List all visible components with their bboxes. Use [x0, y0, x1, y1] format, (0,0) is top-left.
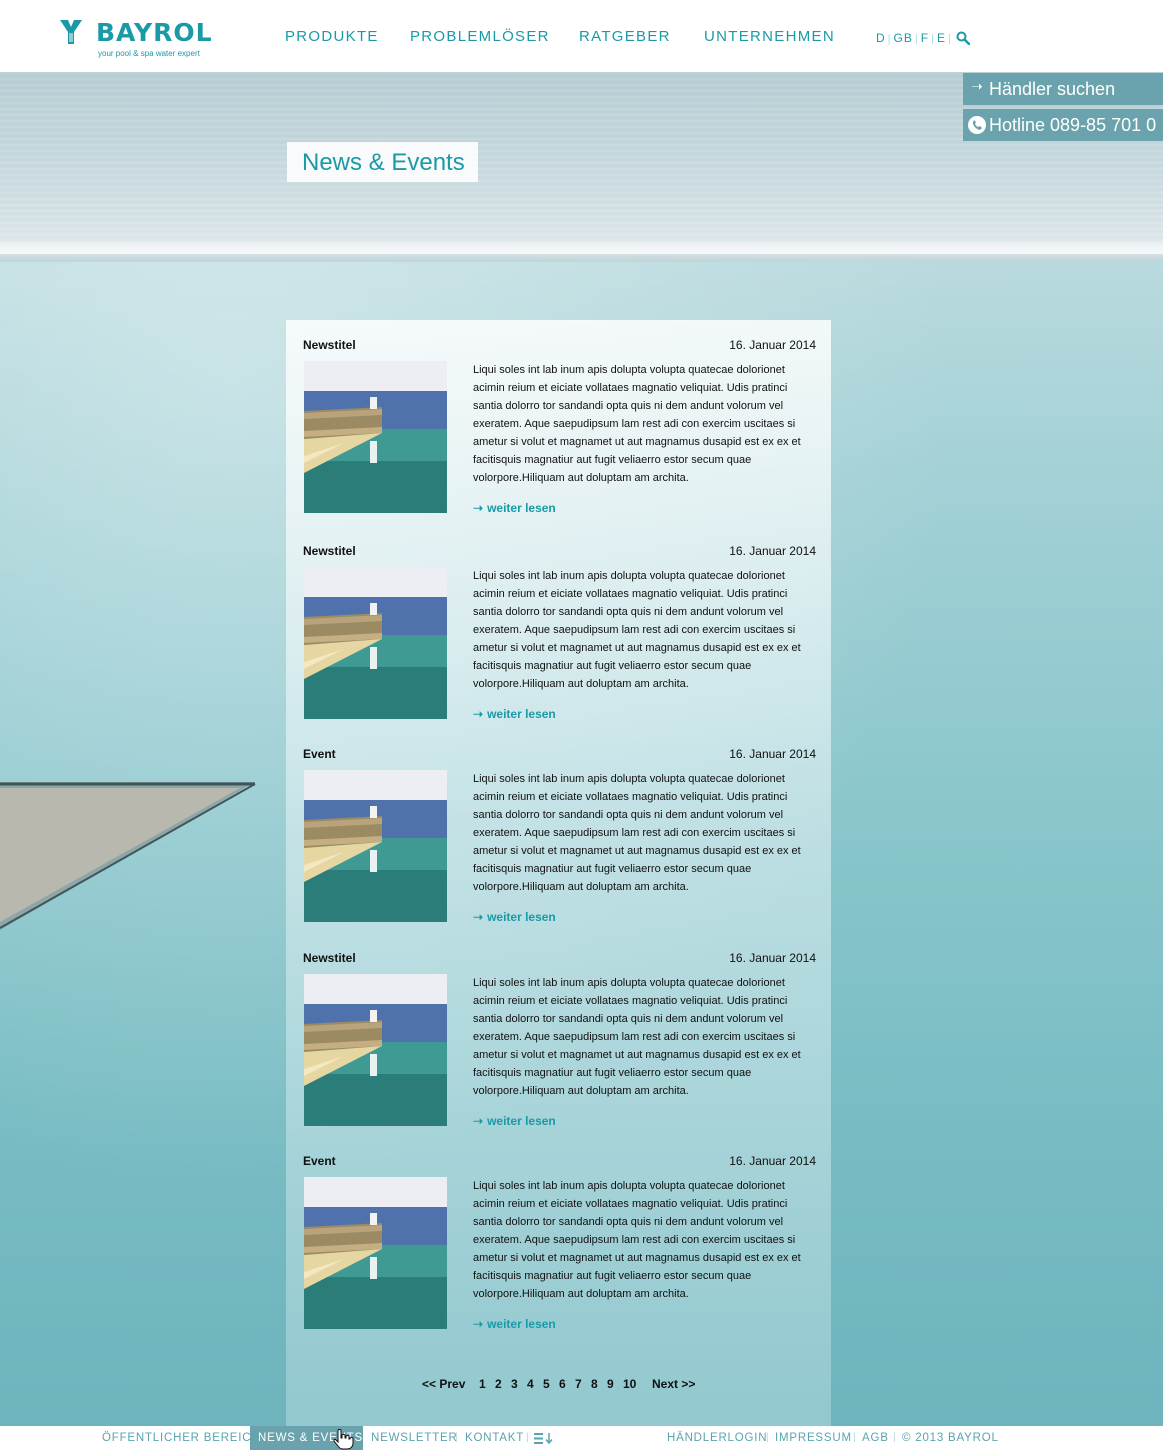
pager-page[interactable]: 9	[607, 1377, 614, 1391]
news-panel: Newstitel 16. Januar 2014 Liqui soles in…	[286, 320, 831, 1426]
read-more-link[interactable]: ➝ weiter lesen	[473, 910, 556, 924]
news-item-title: Newstitel	[303, 338, 356, 352]
news-item-text: Liqui soles int lab inum apis dolupta vo…	[473, 364, 801, 484]
pager-page[interactable]: 1	[479, 1377, 486, 1391]
nav-unternehmen[interactable]: UNTERNEHMEN	[704, 28, 835, 45]
news-item-date: 16. Januar 2014	[729, 338, 816, 352]
news-item-date: 16. Januar 2014	[729, 951, 816, 965]
news-item: Newstitel 16. Januar 2014 Liqui soles in…	[286, 544, 831, 744]
arrow-right-icon: ➝	[473, 910, 484, 924]
pager-page[interactable]: 5	[543, 1377, 550, 1391]
pager-page[interactable]: 6	[559, 1377, 566, 1391]
bayrol-logo-icon	[60, 20, 82, 44]
read-more-link[interactable]: ➝ weiter lesen	[473, 1114, 556, 1128]
site-footer: ÖFFENTLICHER BEREICH NEWS & EVENTS NEWSL…	[0, 1426, 1163, 1450]
footer-link-public[interactable]: ÖFFENTLICHER BEREICH	[102, 1432, 261, 1444]
phone-icon	[968, 116, 986, 134]
footer-link-contact[interactable]: KONTAKT	[465, 1432, 524, 1444]
search-icon[interactable]	[956, 31, 970, 45]
hotline-button[interactable]: Hotline 089-85 701 0	[963, 109, 1163, 141]
hand-cursor-icon	[333, 1429, 354, 1450]
read-more-link[interactable]: ➝ weiter lesen	[473, 1317, 556, 1331]
pagination: << Prev 1 2 3 4 5 6 7 8 9 10 Next >>	[0, 1377, 1163, 1393]
news-item-date: 16. Januar 2014	[729, 1154, 816, 1168]
pager-page[interactable]: 2	[495, 1377, 502, 1391]
nav-problemloser[interactable]: PROBLEMLÖSER	[410, 28, 550, 45]
pager-prev[interactable]: << Prev	[422, 1377, 465, 1391]
page-title: News & Events	[302, 149, 465, 176]
read-more-link[interactable]: ➝ weiter lesen	[473, 501, 556, 515]
pager-page[interactable]: 8	[591, 1377, 598, 1391]
footer-link-agb[interactable]: AGB	[862, 1432, 889, 1444]
footer-link-newsletter[interactable]: NEWSLETTER	[371, 1432, 458, 1444]
news-item-thumbnail[interactable]	[304, 974, 447, 1126]
news-item-thumbnail[interactable]	[304, 567, 447, 719]
news-item-title: Newstitel	[303, 544, 356, 558]
news-item: Event 16. Januar 2014 Liqui soles int la…	[286, 1154, 831, 1354]
pager-page[interactable]: 10	[623, 1377, 636, 1391]
hotline-label: Hotline 089-85 701 0	[989, 115, 1157, 135]
news-item-date: 16. Januar 2014	[729, 544, 816, 558]
news-item-thumbnail[interactable]	[304, 1177, 447, 1329]
pager-page[interactable]: 7	[575, 1377, 582, 1391]
sitemap-icon[interactable]	[534, 1433, 554, 1444]
news-item-text: Liqui soles int lab inum apis dolupta vo…	[473, 570, 801, 690]
logo[interactable]: BAYROL your pool & spa water expert	[58, 18, 228, 62]
pager-next[interactable]: Next >>	[652, 1377, 695, 1391]
footer-link-dealer-login[interactable]: HÄNDLERLOGIN	[667, 1432, 767, 1444]
dealer-search-label: Händler suchen	[989, 79, 1116, 99]
news-item-thumbnail[interactable]	[304, 361, 447, 513]
news-item-thumbnail[interactable]	[304, 770, 447, 922]
pool-edge	[0, 242, 1163, 254]
pool-deck	[0, 782, 256, 930]
news-item-title: Newstitel	[303, 951, 356, 965]
brand-name: BAYROL	[96, 18, 213, 47]
news-item-date: 16. Januar 2014	[729, 747, 816, 761]
site-header: BAYROL your pool & spa water expert PROD…	[0, 0, 1163, 72]
brand-tagline: your pool & spa water expert	[98, 49, 200, 58]
nav-produkte[interactable]: PRODUKTE	[285, 28, 379, 45]
lang-f[interactable]: F	[921, 31, 929, 45]
news-item: Event 16. Januar 2014 Liqui soles int la…	[286, 747, 831, 947]
pager-page[interactable]: 3	[511, 1377, 518, 1391]
lang-e[interactable]: E	[937, 31, 946, 45]
news-item-title: Event	[303, 1154, 336, 1168]
news-item-text: Liqui soles int lab inum apis dolupta vo…	[473, 977, 801, 1097]
arrow-right-icon: ➝	[473, 1114, 484, 1128]
pager-page[interactable]: 4	[527, 1377, 534, 1391]
nav-ratgeber[interactable]: RATGEBER	[579, 28, 671, 45]
arrow-right-icon: ➝	[473, 501, 484, 515]
news-item-title: Event	[303, 747, 336, 761]
lang-gb[interactable]: GB	[894, 31, 913, 45]
arrow-right-icon: ➝	[971, 78, 983, 94]
copyright: © 2013 BAYROL	[902, 1432, 999, 1444]
page-title-box: News & Events	[287, 142, 478, 182]
read-more-link[interactable]: ➝ weiter lesen	[473, 707, 556, 721]
lang-d[interactable]: D	[876, 31, 886, 45]
news-item-text: Liqui soles int lab inum apis dolupta vo…	[473, 1180, 801, 1300]
arrow-right-icon: ➝	[473, 1317, 484, 1331]
news-item-text: Liqui soles int lab inum apis dolupta vo…	[473, 773, 801, 893]
news-item: Newstitel 16. Januar 2014 Liqui soles in…	[286, 951, 831, 1151]
news-item: Newstitel 16. Januar 2014 Liqui soles in…	[286, 338, 831, 538]
dealer-search-button[interactable]: ➝ Händler suchen	[963, 73, 1163, 105]
arrow-right-icon: ➝	[473, 707, 484, 721]
language-switcher: D | GB | F | E |	[876, 31, 970, 45]
footer-link-imprint[interactable]: IMPRESSUM	[775, 1432, 852, 1444]
